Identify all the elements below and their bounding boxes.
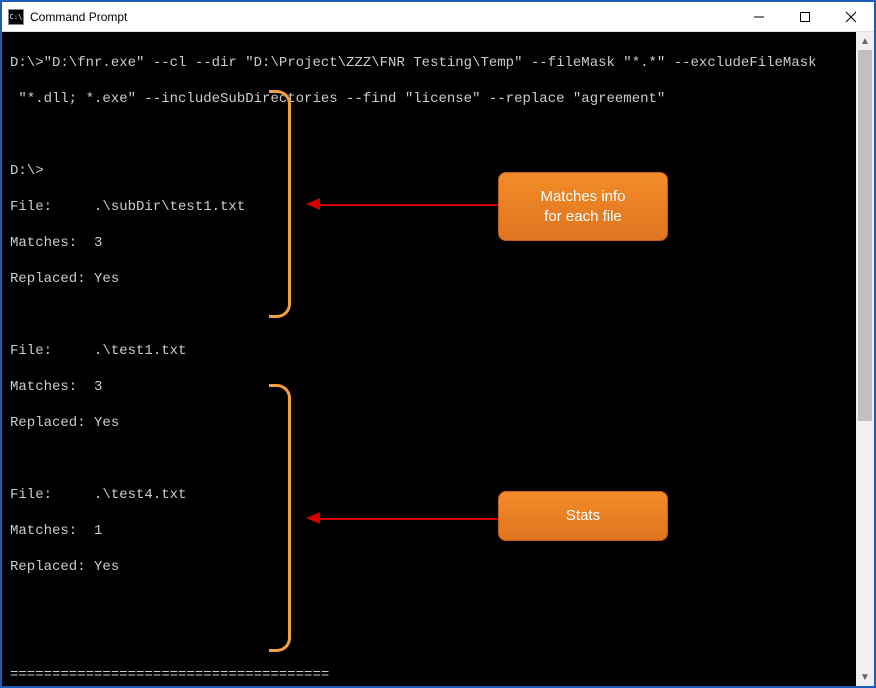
window-titlebar: C:\ Command Prompt: [2, 2, 874, 32]
close-button[interactable]: [828, 2, 874, 31]
divider: ======================================: [10, 666, 866, 684]
maximize-button[interactable]: [782, 2, 828, 31]
file-replaced: Replaced: Yes: [10, 270, 866, 288]
scroll-track[interactable]: [856, 50, 874, 668]
file-entry: File: .\test1.txt: [10, 342, 866, 360]
scroll-up-button[interactable]: ▲: [856, 32, 874, 50]
file-entry: File: .\subDir\test1.txt: [10, 198, 866, 216]
window-title: Command Prompt: [30, 10, 127, 24]
file-matches: Matches: 3: [10, 234, 866, 252]
file-replaced: Replaced: Yes: [10, 414, 866, 432]
file-replaced: Replaced: Yes: [10, 558, 866, 576]
scroll-thumb[interactable]: [858, 50, 872, 421]
cmd-line-2: "*.dll; *.exe" --includeSubDirectories -…: [10, 90, 866, 108]
cmd-line-1: D:\>"D:\fnr.exe" --cl --dir "D:\Project\…: [10, 54, 866, 72]
file-matches: Matches: 1: [10, 522, 866, 540]
minimize-button[interactable]: [736, 2, 782, 31]
scroll-down-button[interactable]: ▼: [856, 668, 874, 686]
vertical-scrollbar[interactable]: ▲ ▼: [856, 32, 874, 686]
prompt-line: D:\>: [10, 162, 866, 180]
file-matches: Matches: 3: [10, 378, 866, 396]
cmd-icon: C:\: [8, 9, 24, 25]
file-entry: File: .\test4.txt: [10, 486, 866, 504]
console-output: D:\>"D:\fnr.exe" --cl --dir "D:\Project\…: [2, 32, 874, 686]
